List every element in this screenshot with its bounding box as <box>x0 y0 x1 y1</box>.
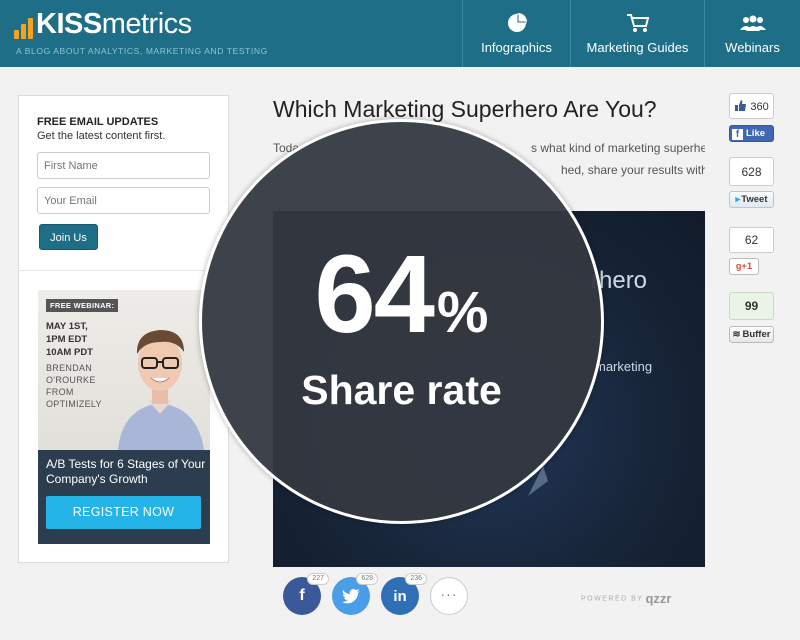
join-us-button[interactable]: Join Us <box>39 224 98 250</box>
twitter-icon <box>342 588 360 603</box>
quiz-subtitle-fragment: marketing <box>595 359 653 374</box>
ad-date: MAY 1ST, 1PM EDT 10AM PDT <box>46 320 93 359</box>
tweet-count-box: 628 <box>729 157 774 186</box>
logo-rest-text: metrics <box>101 8 192 40</box>
buffer-icon: ≋ <box>732 329 741 340</box>
buffer-label: Buffer <box>742 329 771 340</box>
linkedin-share-count: 236 <box>405 573 427 585</box>
facebook-like-button[interactable]: f Like <box>729 125 774 142</box>
ad-speaker-line: O'ROURKE <box>46 375 96 385</box>
linkedin-share-button[interactable]: in 236 <box>381 573 427 615</box>
gplus-label: +1 <box>741 261 753 272</box>
share-rate-label: Share rate <box>301 367 502 413</box>
signup-title: FREE EMAIL UPDATES <box>37 116 159 128</box>
buffer-count-box: 99 <box>729 292 774 320</box>
first-name-input[interactable] <box>37 152 210 179</box>
nav-marketing-guides-label: Marketing Guides <box>586 40 689 55</box>
powered-by-label: POWERED BY <box>581 595 644 603</box>
gplus-button[interactable]: g+1 <box>729 258 759 275</box>
intro-text-end: s what kind of marketing superhero <box>531 141 705 155</box>
facebook-icon: f <box>299 587 305 604</box>
ad-date-line: 10AM PDT <box>46 347 93 358</box>
gplus-count-box: 62 <box>729 227 774 253</box>
shopping-cart-icon <box>626 12 650 34</box>
nav-marketing-guides[interactable]: Marketing Guides <box>570 0 704 67</box>
buffer-button[interactable]: ≋ Buffer <box>729 326 774 343</box>
facebook-icon: f <box>732 129 743 140</box>
logo-bold-text: KISS <box>36 8 102 40</box>
nav-infographics[interactable]: Infographics <box>462 0 570 67</box>
nav-infographics-label: Infographics <box>481 40 552 55</box>
ad-bottom-panel: A/B Tests for 6 Stages of Your Company's… <box>38 450 210 544</box>
facebook-share-button[interactable]: f 227 <box>283 573 329 615</box>
twitter-share-count: 628 <box>356 573 378 585</box>
intro-text-end: hed, share your results with your <box>561 163 705 177</box>
signup-subtitle: Get the latest content first. <box>37 130 166 142</box>
tweet-label: Tweet <box>741 194 768 205</box>
thumbs-up-icon <box>735 100 746 111</box>
ad-speaker: BRENDAN O'ROURKE FROM OPTIMIZELY <box>46 362 102 410</box>
email-input[interactable] <box>37 187 210 214</box>
facebook-like-count: 360 <box>750 101 769 113</box>
tagline: A BLOG ABOUT ANALYTICS, MARKETING AND TE… <box>16 46 268 56</box>
ad-speaker-line: FROM <box>46 387 74 397</box>
twitter-icon: ▸ <box>735 194 741 205</box>
facebook-like-label: Like <box>746 128 766 139</box>
post-title: Which Marketing Superhero Are You? <box>273 96 657 122</box>
main-nav: Infographics Marketing Guides Webinars <box>462 0 800 67</box>
speaker-photo <box>118 330 204 450</box>
logo-bars-icon <box>14 15 33 39</box>
share-rate-overlay: 64% Share rate <box>199 119 604 524</box>
tweet-button[interactable]: ▸Tweet <box>729 191 774 208</box>
webinar-ad[interactable]: FREE WEBINAR: MAY 1ST, 1PM EDT 10AM PDT … <box>38 290 210 544</box>
powered-by[interactable]: POWERED BY qzzr <box>581 591 671 606</box>
nav-webinars-label: Webinars <box>725 40 780 55</box>
ad-speaker-line: BRENDAN <box>46 363 93 373</box>
twitter-share-button[interactable]: 628 <box>332 573 378 615</box>
ad-tag: FREE WEBINAR: <box>46 299 119 312</box>
linkedin-icon: in <box>393 587 407 605</box>
qzzr-logo: qzzr <box>645 591 672 606</box>
register-now-button[interactable]: REGISTER NOW <box>46 496 201 529</box>
kissmetrics-logo[interactable]: KISSmetrics <box>14 9 192 39</box>
share-rate-unit: % <box>436 280 489 345</box>
people-icon <box>739 12 766 34</box>
share-rate-value: 64% <box>202 240 601 368</box>
more-share-button[interactable]: ··· <box>430 577 468 615</box>
divider <box>19 270 228 271</box>
ad-speaker-line: OPTIMIZELY <box>46 399 102 409</box>
site-header: KISSmetrics A BLOG ABOUT ANALYTICS, MARK… <box>0 0 800 67</box>
facebook-like-widget[interactable]: 360 <box>729 93 774 119</box>
pie-chart-icon <box>506 12 528 34</box>
ad-date-line: MAY 1ST, <box>46 321 88 332</box>
ad-title: A/B Tests for 6 Stages of Your Company's… <box>46 457 206 486</box>
facebook-share-count: 227 <box>307 573 329 585</box>
sidebar: FREE EMAIL UPDATES Get the latest conten… <box>18 95 229 563</box>
ad-date-line: 1PM EDT <box>46 334 88 345</box>
share-rate-number: 64 <box>314 233 435 356</box>
nav-webinars[interactable]: Webinars <box>704 0 800 67</box>
